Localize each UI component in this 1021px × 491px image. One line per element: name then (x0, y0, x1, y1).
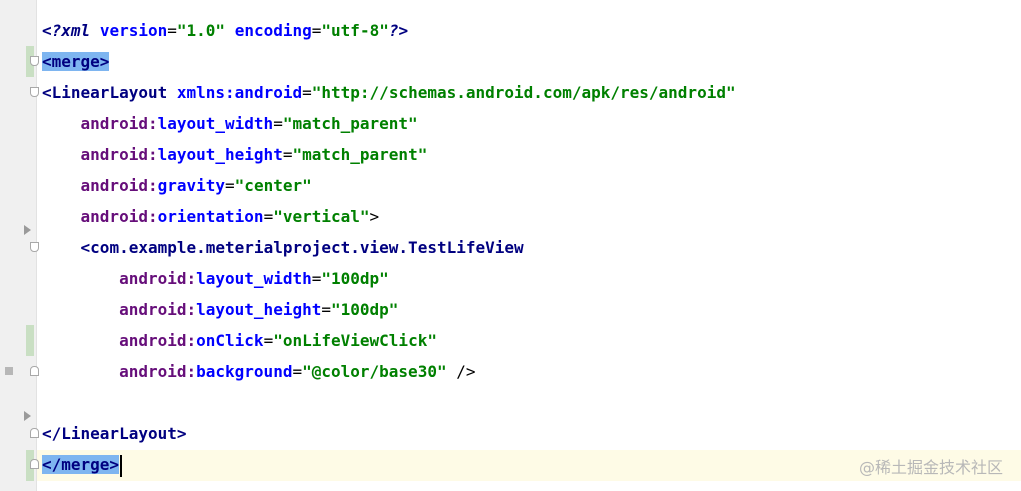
fold-marker-linearlayout[interactable] (30, 87, 39, 97)
tag-bracket: < (42, 83, 52, 102)
attr-value: "vertical" (273, 207, 370, 226)
code-area[interactable]: <?xml version="1.0" encoding="utf-8"?> <… (42, 15, 1021, 480)
tag-name: LinearLayout (51, 83, 168, 102)
code-line-7[interactable]: android:orientation="vertical"> (42, 201, 1021, 232)
code-line-4[interactable]: android:layout_width="match_parent" (42, 108, 1021, 139)
attr-name: layout_height (196, 300, 322, 319)
attr-value: "http://schemas.android.com/apk/res/andr… (311, 83, 736, 102)
gutter-arrow-icon (24, 411, 31, 421)
equals: = (273, 114, 283, 133)
code-line-13[interactable] (42, 387, 1021, 418)
code-editor[interactable]: <?xml version="1.0" encoding="utf-8"?> <… (0, 0, 1021, 491)
pi-name: xml (61, 21, 91, 40)
attr-value: "center" (234, 176, 312, 195)
attr-namespace: android: (119, 300, 197, 319)
code-line-12[interactable]: android:background="@color/base30" /> (42, 356, 1021, 387)
attr-name: layout_height (157, 145, 283, 164)
code-line-11[interactable]: android:onClick="onLifeViewClick" (42, 325, 1021, 356)
gutter-marker-icon[interactable] (5, 367, 13, 375)
fold-marker-merge[interactable] (30, 56, 39, 66)
code-line-14[interactable]: </LinearLayout> (42, 418, 1021, 449)
attr-name: version (99, 21, 168, 40)
vcs-change-marker[interactable] (26, 325, 34, 356)
tag-close-bracket: > (176, 424, 187, 443)
attr-name: android (234, 83, 303, 102)
equals: = (167, 21, 177, 40)
attr-namespace: android: (80, 145, 158, 164)
code-line-10[interactable]: android:layout_height="100dp" (42, 294, 1021, 325)
attr-value: "match_parent" (292, 145, 428, 164)
attr-namespace: android: (119, 269, 197, 288)
fold-end-marker-testlifeview[interactable] (30, 366, 39, 376)
fold-marker-testlifeview[interactable] (30, 242, 39, 252)
equals: = (321, 300, 331, 319)
attr-name: encoding (234, 21, 312, 40)
attr-value: "onLifeViewClick" (273, 331, 437, 350)
code-line-9[interactable]: android:layout_width="100dp" (42, 263, 1021, 294)
attr-value: "@color/base30" (302, 362, 447, 381)
pi-close: ?> (388, 21, 409, 40)
attr-namespace: android: (119, 331, 197, 350)
self-close-bracket: /> (446, 362, 476, 381)
fold-end-marker-merge[interactable] (30, 459, 39, 469)
attr-value: "utf-8" (321, 21, 389, 40)
fold-end-marker-linearlayout[interactable] (30, 428, 39, 438)
attr-name: layout_width (157, 114, 274, 133)
merge-close-tag: </merge> (42, 455, 120, 474)
pi-open: <? (42, 21, 62, 40)
code-line-8[interactable]: <com.example.meterialproject.view.TestLi… (42, 232, 1021, 263)
watermark: @稀土掘金技术社区 (858, 458, 1003, 477)
attr-name: background (196, 362, 293, 381)
code-line-2[interactable]: <merge> (42, 46, 1021, 77)
attr-value: "1.0" (176, 21, 226, 40)
equals: = (311, 269, 322, 288)
tag-close-bracket: > (369, 207, 380, 226)
tag-name: com.example.meterialproject.view.TestLif… (90, 238, 524, 257)
attr-name: layout_width (196, 269, 312, 288)
attr-namespace: android: (80, 176, 158, 195)
code-line-5[interactable]: android:layout_height="match_parent" (42, 139, 1021, 170)
equals: = (302, 83, 312, 102)
attr-namespace: android: (80, 114, 158, 133)
merge-open-tag: <merge> (42, 52, 110, 71)
tag-bracket: < (80, 238, 91, 257)
code-line-6[interactable]: android:gravity="center" (42, 170, 1021, 201)
attr-namespace: android: (119, 362, 197, 381)
equals: = (263, 207, 274, 226)
equals: = (263, 331, 274, 350)
tag-name: LinearLayout (61, 424, 177, 443)
editor-gutter[interactable] (0, 0, 39, 491)
attr-namespace: android: (80, 207, 158, 226)
attr-name: orientation (157, 207, 264, 226)
attr-prefix: xmlns: (176, 83, 235, 102)
code-line-1[interactable]: <?xml version="1.0" encoding="utf-8"?> (42, 15, 1021, 46)
code-line-3[interactable]: <LinearLayout xmlns:android="http://sche… (42, 77, 1021, 108)
gutter-arrow-icon (24, 225, 31, 235)
attr-value: "100dp" (331, 300, 399, 319)
equals: = (292, 362, 303, 381)
attr-value: "match_parent" (282, 114, 418, 133)
text-caret (120, 454, 123, 477)
equals: = (311, 21, 322, 40)
equals: = (225, 176, 235, 195)
attr-value: "100dp" (321, 269, 389, 288)
attr-name: onClick (196, 331, 264, 350)
attr-name: gravity (157, 176, 226, 195)
tag-bracket: </ (42, 424, 62, 443)
